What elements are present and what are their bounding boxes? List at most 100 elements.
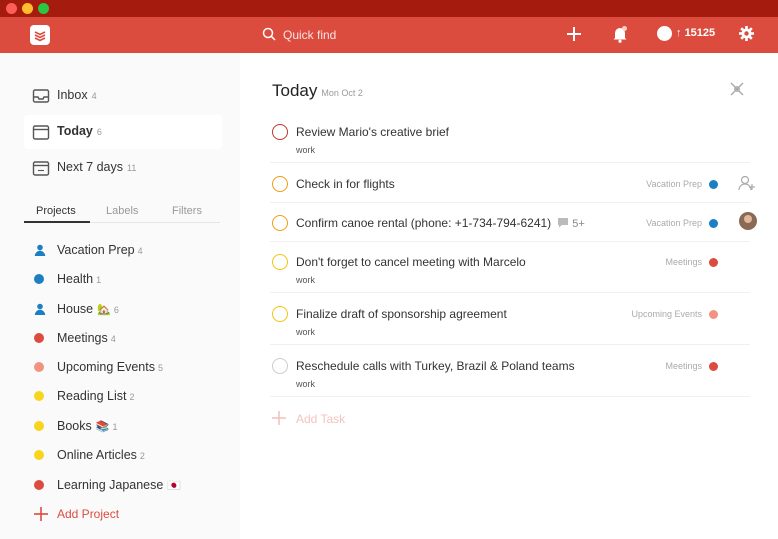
books-emoji: 📚	[95, 421, 110, 433]
sidebar-item-count: 6	[96, 127, 102, 137]
task-checkbox[interactable]	[272, 358, 288, 374]
notifications-bell-icon[interactable]	[612, 25, 628, 43]
task-comment-count: 5+	[572, 218, 585, 230]
project-color-dot	[34, 480, 44, 490]
project-item-upcoming-events[interactable]: Upcoming Events 5	[34, 357, 224, 379]
project-count: 4	[137, 246, 143, 256]
task-title: Check in for flights	[296, 177, 395, 191]
view-options-icon[interactable]	[729, 81, 745, 97]
project-label: House	[57, 302, 94, 316]
task-title: Don't forget to cancel meeting with Marc…	[296, 255, 526, 269]
project-color-dot	[34, 450, 44, 460]
sidebar-item-label: Inbox	[57, 88, 88, 102]
task-project-name: Vacation Prep	[646, 218, 702, 228]
sidebar-item-count: 11	[127, 163, 137, 173]
project-item-learning-japanese[interactable]: Learning Japanese 🇯🇵	[34, 475, 224, 497]
sidebar-tabs: Projects Labels Filters	[24, 205, 220, 223]
tab-labels[interactable]: Labels	[106, 205, 138, 217]
window-maximize-button[interactable]	[38, 3, 49, 14]
project-color-dot	[34, 274, 44, 284]
task-title: Finalize draft of sponsorship agreement	[296, 307, 507, 321]
sidebar-item-count: 4	[91, 91, 97, 101]
karma-value: 15125	[684, 27, 716, 39]
project-item-health[interactable]: Health 1	[34, 269, 224, 291]
project-count: 6	[113, 305, 119, 315]
project-count: 5	[157, 363, 163, 373]
sidebar-item-label: Next 7 days	[57, 160, 124, 174]
plus-icon	[272, 411, 286, 425]
calendar-week-icon	[32, 161, 50, 176]
japan-flag-emoji: 🇯🇵	[167, 480, 182, 492]
task-item[interactable]: Confirm canoe rental (phone: +1-734-794-…	[270, 212, 757, 242]
task-label: work	[296, 379, 316, 389]
task-label: work	[296, 145, 316, 155]
project-item-vacation-prep[interactable]: Vacation Prep 4	[34, 240, 224, 262]
quick-find-search[interactable]: Quick find	[262, 26, 462, 45]
todoist-logo-icon[interactable]	[30, 25, 50, 45]
assign-person-icon[interactable]	[738, 175, 756, 191]
task-checkbox[interactable]	[272, 215, 288, 231]
project-item-online-articles[interactable]: Online Articles 2	[34, 445, 224, 467]
task-project-dot	[709, 180, 718, 189]
task-project-name: Vacation Prep	[646, 179, 702, 189]
comment-icon	[558, 218, 569, 228]
top-bar: Quick find ↑ 15125	[0, 17, 778, 53]
task-project-dot	[709, 258, 718, 267]
task-project-name: Meetings	[665, 361, 702, 371]
task-checkbox[interactable]	[272, 306, 288, 322]
task-item[interactable]: Finalize draft of sponsorship agreement …	[270, 305, 750, 345]
task-comments[interactable]: 5+	[557, 217, 585, 230]
task-project-dot	[709, 362, 718, 371]
active-tab-indicator	[24, 221, 90, 223]
add-task-plus-icon[interactable]	[565, 25, 583, 43]
project-color-dot	[34, 421, 44, 431]
page-title: Today Mon Oct 2	[272, 81, 363, 101]
shared-person-icon	[34, 244, 46, 256]
page-date: Mon Oct 2	[321, 88, 363, 98]
project-color-dot	[34, 362, 44, 372]
project-item-house[interactable]: House 🏡 6	[34, 299, 224, 321]
project-label: Meetings	[57, 331, 108, 345]
window-close-button[interactable]	[6, 3, 17, 14]
house-emoji: 🏡	[97, 304, 111, 316]
task-checkbox[interactable]	[272, 124, 288, 140]
project-label: Online Articles	[57, 448, 137, 462]
tab-projects[interactable]: Projects	[36, 205, 76, 217]
project-count: 2	[139, 451, 145, 461]
tab-filters[interactable]: Filters	[172, 205, 202, 217]
page-title-text: Today	[272, 81, 318, 100]
project-item-reading-list[interactable]: Reading List 2	[34, 386, 224, 408]
window-titlebar	[0, 0, 778, 17]
project-item-meetings[interactable]: Meetings 4	[34, 328, 224, 350]
project-color-dot	[34, 333, 44, 343]
project-label: Vacation Prep	[57, 243, 135, 257]
task-project-dot	[709, 310, 718, 319]
project-color-dot	[34, 391, 44, 401]
sidebar-item-next-7-days[interactable]: Next 7 days 11	[24, 151, 222, 185]
task-label: work	[296, 275, 316, 285]
project-count: 1	[112, 422, 118, 432]
add-task-label: Add Task	[296, 412, 346, 426]
sidebar-item-today[interactable]: Today 6	[24, 115, 222, 149]
window-minimize-button[interactable]	[22, 3, 33, 14]
task-label: work	[296, 327, 316, 337]
project-label: Upcoming Events	[57, 360, 155, 374]
task-project-dot	[709, 219, 718, 228]
project-label: Reading List	[57, 389, 127, 403]
task-item[interactable]: Check in for flights Vacation Prep	[270, 175, 755, 203]
task-item[interactable]: Review Mario's creative brief work	[270, 123, 750, 163]
project-label: Books	[57, 419, 92, 433]
settings-gear-icon[interactable]	[738, 25, 755, 42]
project-count: 1	[96, 275, 102, 285]
task-project-name: Upcoming Events	[631, 309, 702, 319]
task-project-name: Meetings	[665, 257, 702, 267]
sidebar-item-inbox[interactable]: Inbox 4	[24, 79, 222, 113]
task-checkbox[interactable]	[272, 254, 288, 270]
project-item-books[interactable]: Books 📚 1	[34, 416, 224, 438]
task-title: Confirm canoe rental (phone: +1-734-794-…	[296, 216, 552, 230]
shared-person-icon	[34, 303, 46, 315]
task-item[interactable]: Reschedule calls with Turkey, Brazil & P…	[270, 357, 750, 397]
task-item[interactable]: Don't forget to cancel meeting with Marc…	[270, 253, 750, 293]
assignee-avatar[interactable]	[739, 212, 757, 230]
task-checkbox[interactable]	[272, 176, 288, 192]
